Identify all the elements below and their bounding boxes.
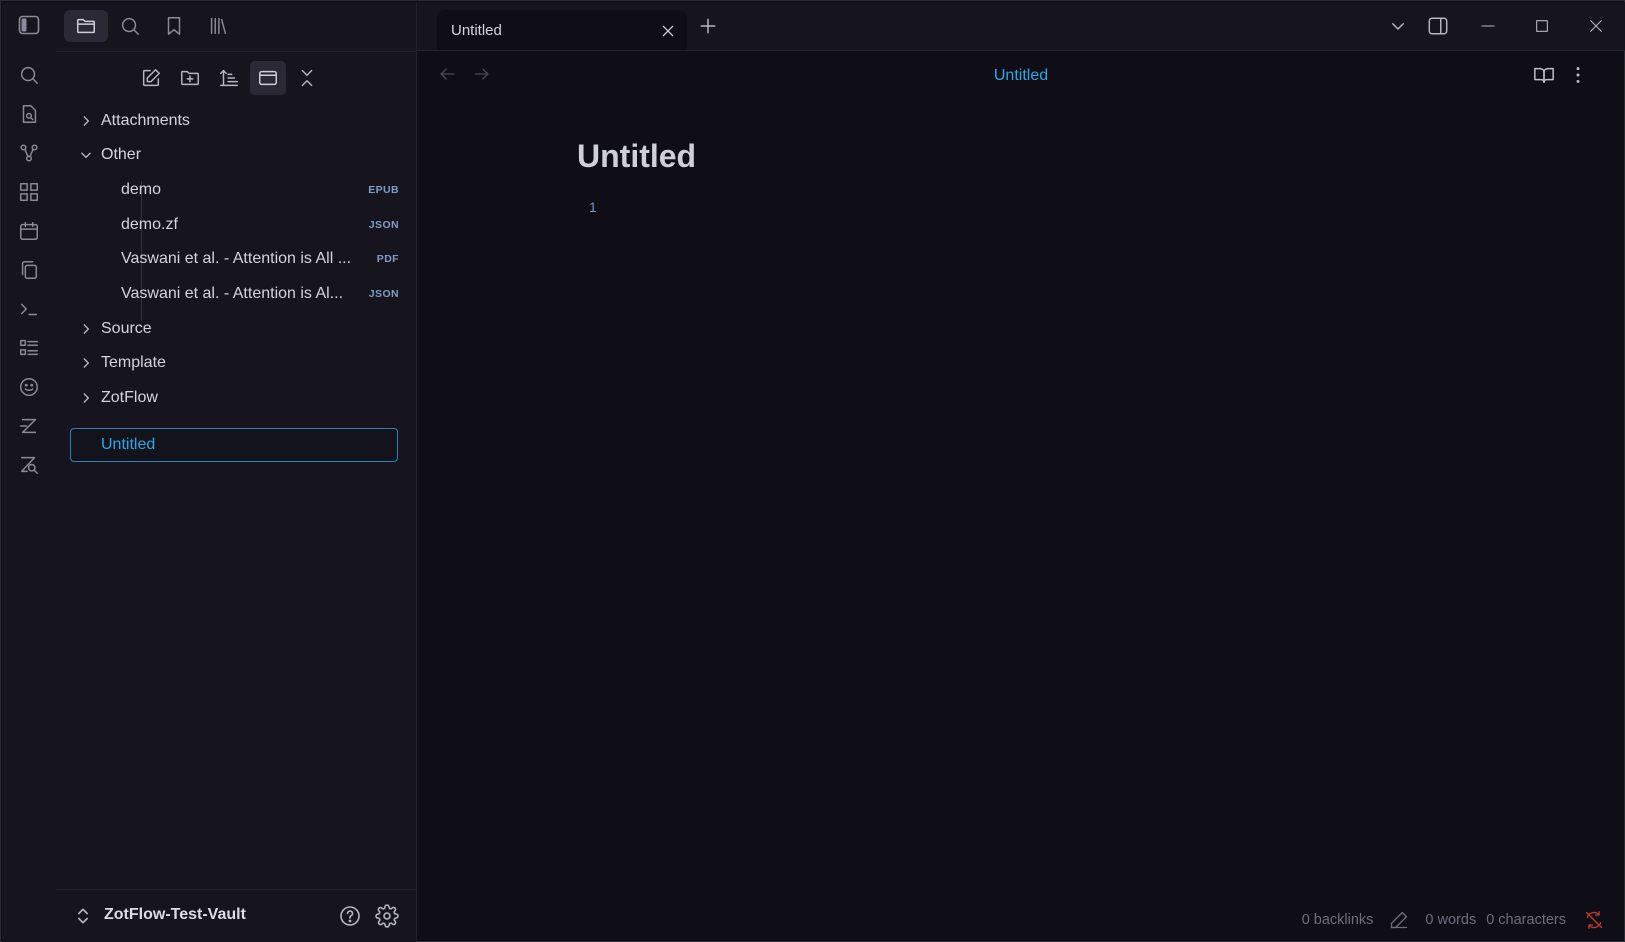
list-icon[interactable] <box>15 334 43 362</box>
calendar-icon[interactable] <box>15 217 43 245</box>
chevron-right-icon <box>71 322 101 336</box>
file-demo-zf[interactable]: demo.zf JSON <box>121 209 399 241</box>
file-untitled-selected[interactable]: Untitled <box>70 428 398 462</box>
backlinks-count[interactable]: 0 backlinks <box>1302 912 1374 928</box>
vault-switcher-bar: ZotFlow-Test-Vault <box>56 889 416 942</box>
grid-icon[interactable] <box>15 178 43 206</box>
copy-icon[interactable] <box>15 256 43 284</box>
editing-pencil-icon[interactable] <box>1389 910 1409 930</box>
reading-mode-book-icon[interactable] <box>1533 64 1555 86</box>
library-tab-icon[interactable] <box>196 10 240 42</box>
close-icon[interactable] <box>657 20 679 42</box>
view-header: Untitled <box>417 50 1625 100</box>
search-tab-icon[interactable] <box>108 10 152 42</box>
folder-zotflow[interactable]: ZotFlow <box>71 382 399 414</box>
status-bar: 0 backlinks 0 words 0 characters <box>1302 909 1604 931</box>
folder-other[interactable]: Other <box>71 139 399 171</box>
file-extension-badge: JSON <box>368 288 399 300</box>
collapse-all-icon[interactable] <box>289 61 325 95</box>
chevron-down-icon <box>71 148 101 162</box>
chevron-right-icon <box>71 356 101 370</box>
chevron-right-icon <box>71 391 101 405</box>
file-extension-badge: PDF <box>376 253 399 265</box>
smiley-icon[interactable] <box>15 373 43 401</box>
vault-switch-icon[interactable] <box>73 906 93 926</box>
sidebar-toggle-icon[interactable] <box>15 11 43 39</box>
more-options-icon[interactable] <box>1567 64 1589 86</box>
folder-label: ZotFlow <box>101 389 158 406</box>
new-folder-icon[interactable] <box>172 61 208 95</box>
tab-title: Untitled <box>451 22 502 39</box>
sidebar-tab-bar <box>56 2 416 52</box>
left-sidebar: Attachments Other demo EPUB demo.zf JSON… <box>56 2 417 942</box>
folder-label: Other <box>101 146 142 163</box>
file-vaswani-json[interactable]: Vaswani et al. - Attention is Al... JSON <box>121 278 399 310</box>
app-window: Attachments Other demo EPUB demo.zf JSON… <box>0 0 1625 942</box>
folder-label: Source <box>101 320 152 337</box>
note-title[interactable]: Untitled <box>577 138 696 175</box>
folder-label: Template <box>101 354 166 371</box>
window-close-icon[interactable] <box>1581 12 1611 40</box>
sync-error-icon[interactable] <box>1584 910 1604 930</box>
settings-gear-icon[interactable] <box>375 904 399 928</box>
file-extension-badge: JSON <box>368 219 399 231</box>
folder-label: Attachments <box>101 112 190 129</box>
right-sidebar-toggle-icon[interactable] <box>1423 12 1453 40</box>
zotero-icon[interactable] <box>15 412 43 440</box>
tab-list-chevron-down-icon[interactable] <box>1383 12 1413 40</box>
word-count: 0 words <box>1425 912 1477 928</box>
minimize-icon[interactable] <box>1473 12 1503 40</box>
line-number: 1 <box>589 199 597 215</box>
vault-name[interactable]: ZotFlow-Test-Vault <box>104 906 246 924</box>
zotero-search-icon[interactable] <box>15 451 43 479</box>
bookmark-tab-icon[interactable] <box>152 10 196 42</box>
maximize-icon[interactable] <box>1527 12 1557 40</box>
tab-bar: Untitled <box>417 2 1625 51</box>
file-search-icon[interactable] <box>15 100 43 128</box>
new-tab-plus-icon[interactable] <box>693 12 723 40</box>
view-title[interactable]: Untitled <box>417 67 1625 85</box>
new-note-icon[interactable] <box>133 61 169 95</box>
file-label: Untitled <box>101 436 156 453</box>
sort-icon[interactable] <box>211 61 247 95</box>
file-label: demo <box>121 181 162 198</box>
folder-template[interactable]: Template <box>71 347 399 379</box>
file-label: Vaswani et al. - Attention is Al... <box>121 285 344 302</box>
folder-attachments[interactable]: Attachments <box>71 105 399 137</box>
file-label: demo.zf <box>121 216 178 233</box>
file-demo[interactable]: demo EPUB <box>121 174 399 206</box>
character-count: 0 characters <box>1486 912 1566 928</box>
folder-source[interactable]: Source <box>71 313 399 345</box>
terminal-icon[interactable] <box>15 295 43 323</box>
help-icon[interactable] <box>338 904 362 928</box>
file-extension-badge: EPUB <box>368 184 399 196</box>
tab-untitled[interactable]: Untitled <box>437 10 687 50</box>
auto-reveal-icon[interactable] <box>250 61 286 95</box>
graph-icon[interactable] <box>15 139 43 167</box>
search-icon[interactable] <box>15 61 43 89</box>
files-tab-icon[interactable] <box>64 10 108 42</box>
chevron-right-icon <box>71 114 101 128</box>
file-vaswani-pdf[interactable]: Vaswani et al. - Attention is All ... PD… <box>121 243 399 275</box>
ribbon <box>2 2 57 942</box>
file-label: Vaswani et al. - Attention is All ... <box>121 250 352 267</box>
